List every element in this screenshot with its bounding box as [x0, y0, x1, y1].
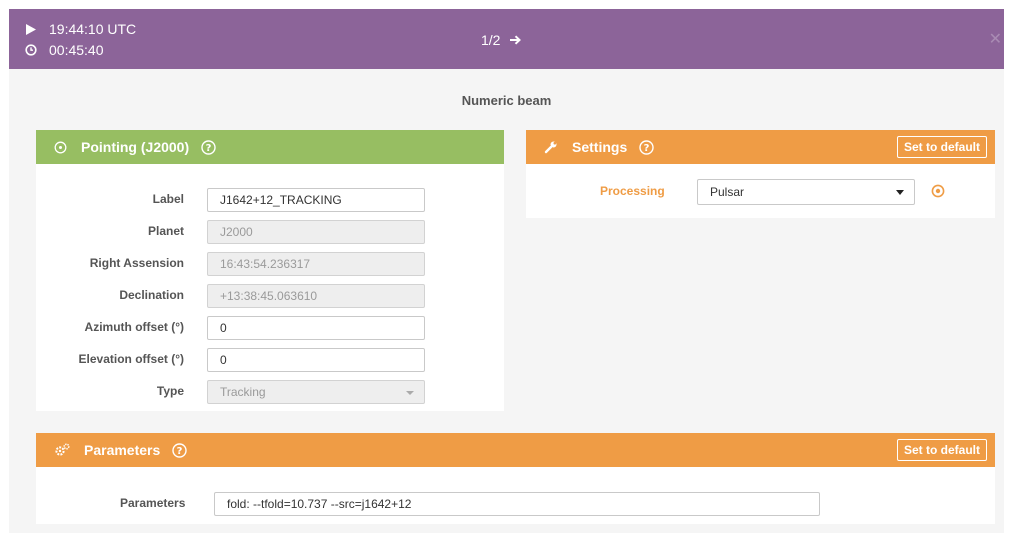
processing-select-value: Pulsar [710, 185, 745, 199]
right-ascension-input: 16:43:54.236317 [207, 252, 425, 276]
svg-text:?: ? [644, 143, 650, 154]
processing-select[interactable]: Pulsar [697, 179, 915, 205]
planet-field-label: Planet [147, 224, 184, 238]
elevation-offset-field-label: Elevation offset (°) [78, 352, 184, 366]
top-bar: 19:44:10 UTC 00:45:40 1/2 ✕ [9, 9, 1004, 69]
page: 19:44:10 UTC 00:45:40 1/2 ✕ Numeric beam… [9, 9, 1004, 533]
label-input[interactable]: J1642+12_TRACKING [207, 188, 425, 212]
svg-text:?: ? [206, 143, 212, 154]
type-select: Tracking [207, 380, 425, 404]
type-select-value: Tracking [220, 385, 266, 399]
play-icon[interactable] [25, 23, 37, 35]
parameters-panel: Parameters ? Set to default Parameters f… [36, 433, 995, 524]
page-title: Numeric beam [461, 93, 552, 108]
azimuth-offset-input[interactable]: 0 [207, 316, 425, 340]
help-icon[interactable]: ? [201, 139, 216, 155]
declination-field-label: Declination [119, 288, 184, 302]
gears-icon [54, 443, 70, 457]
wrench-icon [544, 140, 558, 154]
pointing-title: Pointing (J2000) [81, 139, 190, 155]
parameters-header: Parameters ? Set to default [36, 433, 995, 467]
pointing-header: Pointing (J2000) ? [36, 130, 504, 164]
parameters-title: Parameters [84, 442, 161, 458]
close-icon[interactable]: ✕ [989, 29, 1002, 49]
clock-icon [25, 44, 37, 56]
chevron-down-icon [406, 391, 414, 395]
elapsed-time: 00:45:40 [49, 42, 104, 58]
settings-panel: Settings ? Set to default Processing Pul… [526, 130, 995, 218]
right-ascension-value: 16:43:54.236317 [220, 257, 311, 271]
declination-input: +13:38:45.063610 [207, 284, 425, 308]
label-field-label: Label [152, 192, 184, 206]
parameters-input[interactable]: fold: --tfold=10.737 --src=j1642+12 [214, 492, 820, 516]
elapsed-time-row: 00:45:40 [25, 42, 104, 58]
parameters-field-label: Parameters [120, 496, 186, 510]
elevation-offset-input[interactable]: 0 [207, 348, 425, 372]
planet-input: J2000 [207, 220, 425, 244]
settings-set-to-default-button[interactable]: Set to default [896, 136, 987, 158]
type-field-label: Type [156, 384, 184, 398]
settings-title: Settings [572, 139, 628, 155]
settings-header: Settings ? Set to default [526, 130, 995, 164]
parameters-set-to-default-button[interactable]: Set to default [896, 439, 987, 461]
target-icon[interactable] [931, 184, 945, 198]
crosshair-icon [54, 141, 67, 154]
utc-time-row: 19:44:10 UTC [25, 21, 136, 37]
chevron-down-icon [896, 190, 904, 195]
azimuth-offset-field-label: Azimuth offset (°) [84, 320, 184, 334]
declination-value: +13:38:45.063610 [220, 289, 318, 303]
pointing-panel: Pointing (J2000) ? Label J1642+12_TRACKI… [36, 130, 504, 411]
label-input-value: J1642+12_TRACKING [220, 193, 342, 207]
help-icon[interactable]: ? [639, 139, 654, 155]
help-icon[interactable]: ? [172, 442, 187, 458]
svg-text:?: ? [177, 446, 183, 457]
right-ascension-field-label: Right Assension [89, 256, 184, 270]
processing-label: Processing [600, 184, 665, 198]
utc-time: 19:44:10 UTC [49, 21, 137, 37]
arrow-right-icon[interactable] [509, 35, 522, 45]
azimuth-offset-value: 0 [220, 321, 227, 335]
elevation-offset-value: 0 [220, 353, 227, 367]
pager-text: 1/2 [481, 32, 501, 48]
pager[interactable]: 1/2 [481, 32, 522, 48]
planet-input-value: J2000 [220, 225, 253, 239]
parameters-input-value: fold: --tfold=10.737 --src=j1642+12 [227, 497, 412, 511]
